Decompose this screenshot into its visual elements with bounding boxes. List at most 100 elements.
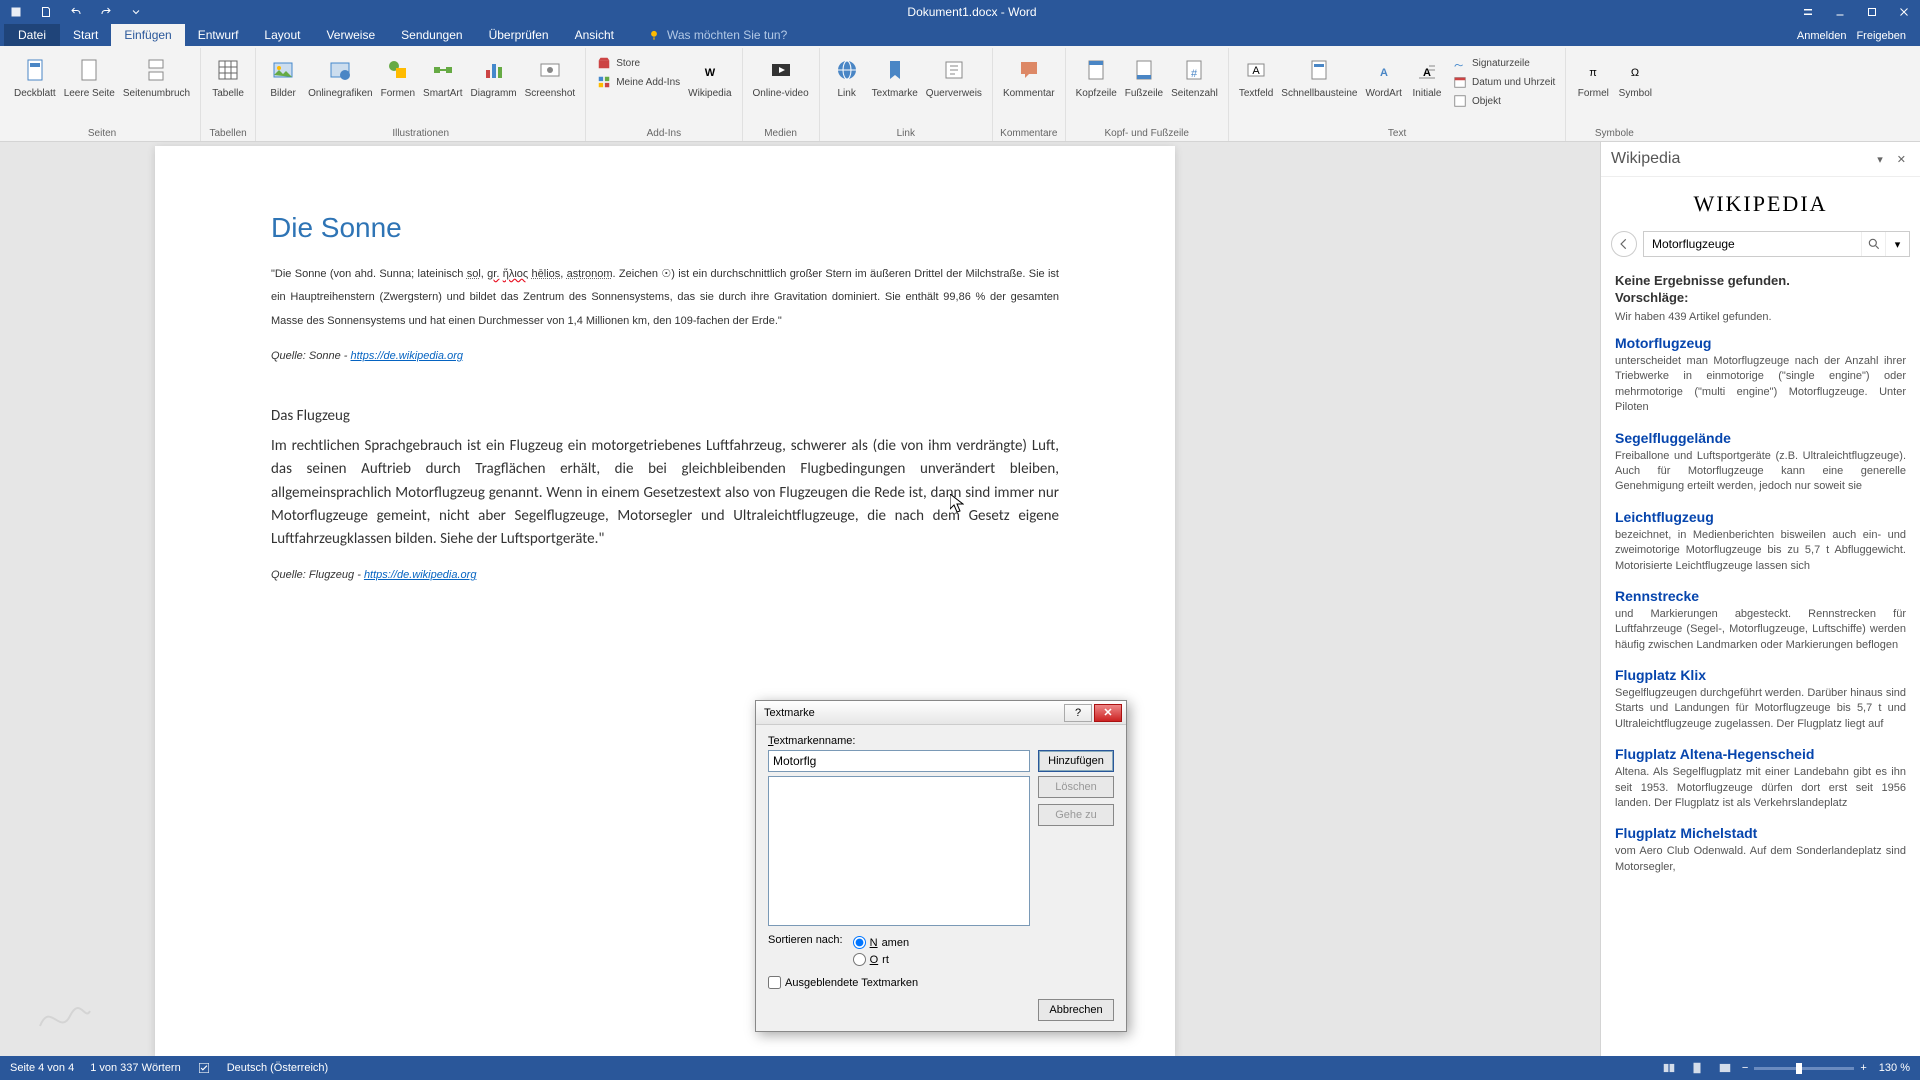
wiki-back-button[interactable] [1611, 231, 1637, 257]
wiki-suggestions-label: Vorschläge: [1615, 290, 1906, 305]
symbol-button[interactable]: ΩSymbol [1614, 52, 1656, 102]
crossref-button[interactable]: Querverweis [922, 52, 986, 102]
pane-close-icon[interactable]: ✕ [1893, 153, 1910, 166]
document-area[interactable]: Die Sonne "Die Sonne (von ahd. Sunna; la… [0, 142, 1330, 1056]
wiki-search-button[interactable] [1861, 232, 1885, 256]
page-break-button[interactable]: Seitenumbruch [119, 52, 194, 102]
wiki-result-title[interactable]: Motorflugzeug [1615, 335, 1906, 351]
view-web-icon[interactable] [1714, 1059, 1736, 1077]
tab-start[interactable]: Start [60, 24, 111, 46]
wiki-result-item[interactable]: Flugplatz Michelstadtvom Aero Club Odenw… [1615, 825, 1906, 875]
maximize-icon[interactable] [1856, 0, 1888, 24]
status-words[interactable]: 1 von 337 Wörtern [90, 1062, 181, 1074]
qat-more-icon[interactable] [124, 0, 148, 24]
pagenumber-button[interactable]: #Seitenzahl [1167, 52, 1222, 102]
tellme-search[interactable]: Was möchten Sie tun? [647, 28, 787, 46]
pane-menu-icon[interactable]: ▾ [1873, 153, 1887, 166]
textbox-button[interactable]: ATextfeld [1235, 52, 1277, 102]
source-flugzeug: Quelle: Flugzeug - https://de.wikipedia.… [271, 563, 1059, 586]
undo-icon[interactable] [64, 0, 88, 24]
table-button[interactable]: Tabelle [207, 52, 249, 102]
shapes-button[interactable]: Formen [377, 52, 419, 102]
store-button[interactable]: Store [592, 54, 684, 72]
online-pictures-button[interactable]: Onlinegrafiken [304, 52, 376, 102]
redo-icon[interactable] [94, 0, 118, 24]
signature-line-button[interactable]: Signaturzeile [1448, 54, 1559, 72]
wiki-result-title[interactable]: Rennstrecke [1615, 588, 1906, 604]
equation-button[interactable]: πFormel [1572, 52, 1614, 102]
wiki-result-item[interactable]: SegelfluggeländeFreiballone und Luftspor… [1615, 430, 1906, 495]
smartart-button[interactable]: SmartArt [419, 52, 466, 102]
chart-button[interactable]: Diagramm [467, 52, 521, 102]
cover-page-button[interactable]: Deckblatt [10, 52, 60, 102]
add-button[interactable]: Hinzufügen [1038, 750, 1114, 772]
link-button[interactable]: Link [826, 52, 868, 102]
zoom-out-icon[interactable]: − [1742, 1062, 1748, 1074]
status-language[interactable]: Deutsch (Österreich) [227, 1062, 328, 1074]
wiki-result-title[interactable]: Flugplatz Michelstadt [1615, 825, 1906, 841]
status-page[interactable]: Seite 4 von 4 [10, 1062, 74, 1074]
view-print-icon[interactable] [1686, 1059, 1708, 1077]
header-button[interactable]: Kopfzeile [1072, 52, 1121, 102]
bookmark-button[interactable]: Textmarke [868, 52, 922, 102]
tab-references[interactable]: Verweise [313, 24, 388, 46]
wikipedia-button[interactable]: WWikipedia [684, 52, 735, 102]
group-tables: Tabelle Tabellen [201, 48, 256, 141]
link-sonne[interactable]: https://de.wikipedia.org [351, 350, 464, 362]
screenshot-button[interactable]: Screenshot [521, 52, 580, 102]
tab-insert[interactable]: Einfügen [111, 24, 184, 46]
ribbon-options-icon[interactable] [1792, 0, 1824, 24]
zoom-slider[interactable] [1754, 1067, 1854, 1070]
tab-review[interactable]: Überprüfen [476, 24, 562, 46]
datetime-button[interactable]: Datum und Uhrzeit [1448, 73, 1559, 91]
status-proofing-icon[interactable] [197, 1061, 211, 1075]
save-icon[interactable] [34, 0, 58, 24]
object-button[interactable]: Objekt [1448, 92, 1559, 110]
signin-link[interactable]: Anmelden [1797, 30, 1847, 42]
tab-layout[interactable]: Layout [251, 24, 313, 46]
minimize-icon[interactable] [1824, 0, 1856, 24]
dialog-close-icon[interactable]: ✕ [1094, 704, 1122, 722]
sort-by-location[interactable]: Ort [853, 953, 909, 966]
wiki-result-title[interactable]: Flugplatz Klix [1615, 667, 1906, 683]
wiki-result-item[interactable]: Motorflugzeugunterscheidet man Motorflug… [1615, 335, 1906, 416]
hidden-bookmarks-check[interactable]: Ausgeblendete Textmarken [768, 976, 1114, 989]
tab-view[interactable]: Ansicht [562, 24, 627, 46]
link-flugzeug[interactable]: https://de.wikipedia.org [364, 569, 477, 581]
share-button[interactable]: Freigeben [1856, 30, 1906, 42]
zoom-in-icon[interactable]: + [1860, 1062, 1866, 1074]
bookmark-list[interactable] [768, 776, 1030, 926]
wiki-result-item[interactable]: Flugplatz KlixSegelflugzeugen durchgefüh… [1615, 667, 1906, 732]
quickparts-button[interactable]: Schnellbausteine [1277, 52, 1361, 102]
tab-mailings[interactable]: Sendungen [388, 24, 475, 46]
wiki-result-item[interactable]: Rennstreckeund Markierungen abgesteckt. … [1615, 588, 1906, 653]
wiki-search-more[interactable]: ▾ [1885, 232, 1909, 256]
sort-by-name[interactable]: Namen [853, 936, 909, 949]
dialog-help-icon[interactable]: ? [1064, 704, 1092, 722]
view-read-icon[interactable] [1658, 1059, 1680, 1077]
online-video-button[interactable]: Online-video [749, 52, 813, 102]
blank-page-button[interactable]: Leere Seite [60, 52, 119, 102]
wiki-result-title[interactable]: Flugplatz Altena-Hegenscheid [1615, 746, 1906, 762]
pictures-button[interactable]: Bilder [262, 52, 304, 102]
footer-button[interactable]: Fußzeile [1121, 52, 1167, 102]
wiki-result-title[interactable]: Leichtflugzeug [1615, 509, 1906, 525]
cancel-button[interactable]: Abbrechen [1038, 999, 1114, 1021]
wiki-result-item[interactable]: Flugplatz Altena-HegenscheidAltena. Als … [1615, 746, 1906, 811]
my-addins-button[interactable]: Meine Add-Ins [592, 73, 684, 91]
wiki-search-input[interactable] [1644, 232, 1861, 256]
tab-design[interactable]: Entwurf [185, 24, 252, 46]
wordart-button[interactable]: AWordArt [1361, 52, 1406, 102]
group-symbols: πFormel ΩSymbol Symbole [1566, 48, 1662, 141]
bookmark-name-label: TTextmarkenname:extmarkenname: [768, 735, 1114, 747]
close-icon[interactable] [1888, 0, 1920, 24]
tab-file[interactable]: Datei [4, 24, 60, 46]
bookmark-name-input[interactable] [768, 750, 1030, 772]
svg-text:W: W [705, 67, 716, 79]
wiki-result-title[interactable]: Segelfluggelände [1615, 430, 1906, 446]
dropcap-button[interactable]: AInitiale [1406, 52, 1448, 102]
wiki-results[interactable]: Keine Ergebnisse gefunden. Vorschläge: W… [1601, 267, 1920, 1056]
comment-button[interactable]: Kommentar [999, 52, 1059, 102]
zoom-value[interactable]: 130 % [1879, 1062, 1910, 1074]
wiki-result-item[interactable]: Leichtflugzeugbezeichnet, in Medienberic… [1615, 509, 1906, 574]
